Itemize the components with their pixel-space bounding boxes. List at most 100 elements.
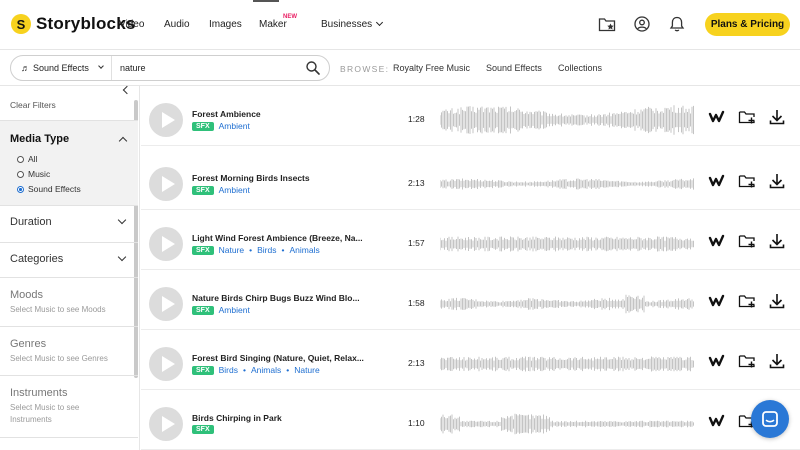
waveform[interactable] bbox=[440, 348, 694, 380]
nav-active-indicator bbox=[253, 0, 279, 2]
waveform[interactable] bbox=[440, 228, 694, 260]
search-input[interactable]: nature bbox=[120, 63, 146, 73]
track-title[interactable]: Light Wind Forest Ambience (Breeze, Na..… bbox=[192, 233, 363, 243]
result-row[interactable]: Light Wind Forest Ambience (Breeze, Na..… bbox=[141, 210, 800, 270]
music-note-icon: ♬ bbox=[21, 63, 30, 73]
result-row[interactable]: Forest Bird Singing (Nature, Quiet, Rela… bbox=[141, 330, 800, 390]
result-row[interactable]: Forest Ambience SFX Ambient 1:28 bbox=[141, 86, 800, 146]
waveform[interactable] bbox=[440, 408, 694, 440]
tag-link[interactable]: Nature bbox=[294, 365, 320, 375]
radio-button[interactable] bbox=[17, 155, 24, 163]
account-icon[interactable] bbox=[633, 15, 651, 33]
radio-button[interactable] bbox=[17, 170, 24, 178]
tag-link[interactable]: Ambient bbox=[219, 185, 250, 195]
track-tags: SFX Ambient bbox=[192, 121, 250, 131]
browse-sound-effects[interactable]: Sound Effects bbox=[486, 63, 542, 73]
categories-section[interactable]: Categories bbox=[0, 243, 138, 278]
track-tags: SFX bbox=[192, 425, 219, 434]
waveform[interactable] bbox=[440, 288, 694, 320]
track-duration: 2:13 bbox=[408, 178, 425, 188]
tag-link[interactable]: Animals bbox=[289, 245, 319, 255]
nav-audio[interactable]: Audio bbox=[164, 19, 190, 30]
clear-filters-link[interactable]: Clear Filters bbox=[10, 100, 56, 110]
waveform[interactable] bbox=[440, 104, 694, 136]
maker-icon[interactable] bbox=[708, 292, 726, 310]
maker-icon[interactable] bbox=[708, 232, 726, 250]
chat-button[interactable] bbox=[751, 400, 789, 438]
track-tags: SFX Ambient bbox=[192, 305, 250, 315]
download-icon[interactable] bbox=[768, 352, 786, 370]
play-button[interactable] bbox=[149, 407, 183, 441]
browse-collections[interactable]: Collections bbox=[558, 63, 602, 73]
nav-images[interactable]: Images bbox=[209, 19, 242, 30]
tag-link[interactable]: Ambient bbox=[219, 121, 250, 131]
maker-icon[interactable] bbox=[708, 172, 726, 190]
track-tags: SFX Ambient bbox=[192, 185, 250, 195]
search-box: ♬ Sound Effects nature bbox=[10, 55, 330, 81]
moods-title: Moods bbox=[10, 289, 44, 301]
track-title[interactable]: Forest Morning Birds Insects bbox=[192, 173, 310, 183]
radio-music[interactable]: Music bbox=[17, 169, 50, 179]
waveform[interactable] bbox=[440, 168, 694, 200]
track-title[interactable]: Nature Birds Chirp Bugs Buzz Wind Blo... bbox=[192, 293, 360, 303]
tag-link[interactable]: Birds bbox=[257, 245, 276, 255]
new-badge: NEW bbox=[283, 14, 297, 20]
track-duration: 2:13 bbox=[408, 358, 425, 368]
download-icon[interactable] bbox=[768, 292, 786, 310]
search-icon[interactable] bbox=[305, 60, 321, 76]
tag-link[interactable]: Birds bbox=[219, 365, 238, 375]
radio-all[interactable]: All bbox=[17, 154, 37, 164]
download-icon[interactable] bbox=[768, 172, 786, 190]
browse-royalty-free-music[interactable]: Royalty Free Music bbox=[393, 63, 470, 73]
track-title[interactable]: Forest Ambience bbox=[192, 109, 261, 119]
play-button[interactable] bbox=[149, 227, 183, 261]
track-title[interactable]: Birds Chirping in Park bbox=[192, 413, 282, 423]
chevron-up-icon[interactable] bbox=[118, 136, 128, 146]
download-icon[interactable] bbox=[768, 232, 786, 250]
sfx-badge: SFX bbox=[192, 305, 214, 315]
folder-star-icon[interactable] bbox=[598, 15, 616, 33]
add-to-folder-icon[interactable] bbox=[738, 108, 756, 126]
media-type-value: Sound Effects bbox=[33, 63, 89, 73]
moods-hint: Select Music to see Moods bbox=[10, 305, 106, 314]
add-to-folder-icon[interactable] bbox=[738, 172, 756, 190]
nav-maker-label: Maker bbox=[259, 19, 287, 30]
tag-link[interactable]: Nature bbox=[219, 245, 245, 255]
track-duration: 1:57 bbox=[408, 238, 425, 248]
nav-maker[interactable]: Maker NEW bbox=[259, 14, 297, 30]
add-to-folder-icon[interactable] bbox=[738, 232, 756, 250]
play-button[interactable] bbox=[149, 287, 183, 321]
add-to-folder-icon[interactable] bbox=[738, 352, 756, 370]
tag-link[interactable]: Ambient bbox=[219, 305, 250, 315]
radio-sound-effects[interactable]: Sound Effects bbox=[17, 184, 81, 194]
add-to-folder-icon[interactable] bbox=[738, 292, 756, 310]
plans-pricing-button[interactable]: Plans & Pricing bbox=[705, 13, 790, 36]
duration-section[interactable]: Duration bbox=[0, 206, 138, 243]
radio-button-selected[interactable] bbox=[17, 185, 24, 193]
instruments-section: Instruments Select Music to see Instrume… bbox=[0, 376, 138, 438]
play-button[interactable] bbox=[149, 167, 183, 201]
maker-icon[interactable] bbox=[708, 108, 726, 126]
maker-icon[interactable] bbox=[708, 352, 726, 370]
media-type-select[interactable]: ♬ Sound Effects bbox=[11, 56, 112, 80]
sfx-badge: SFX bbox=[192, 121, 214, 131]
radio-label: Music bbox=[28, 169, 51, 179]
maker-icon[interactable] bbox=[708, 412, 726, 430]
result-row[interactable]: Birds Chirping in Park SFX 1:10 bbox=[141, 390, 800, 450]
logo-mark: S bbox=[11, 14, 31, 34]
bell-icon[interactable] bbox=[668, 15, 686, 33]
play-button[interactable] bbox=[149, 103, 183, 137]
brand-logo[interactable]: S Storyblocks bbox=[11, 14, 136, 34]
result-row[interactable]: Nature Birds Chirp Bugs Buzz Wind Blo...… bbox=[141, 270, 800, 330]
play-button[interactable] bbox=[149, 347, 183, 381]
radio-label: All bbox=[28, 154, 38, 164]
result-row[interactable]: Forest Morning Birds Insects SFX Ambient 2:… bbox=[141, 150, 800, 210]
nav-businesses[interactable]: Businesses bbox=[321, 18, 384, 30]
nav-video[interactable]: Video bbox=[119, 19, 144, 30]
track-title[interactable]: Forest Bird Singing (Nature, Quiet, Rela… bbox=[192, 353, 364, 363]
sfx-badge: SFX bbox=[192, 245, 214, 255]
media-type-title[interactable]: Media Type bbox=[10, 133, 69, 145]
duration-title: Duration bbox=[10, 216, 52, 228]
tag-link[interactable]: Animals bbox=[251, 365, 281, 375]
download-icon[interactable] bbox=[768, 108, 786, 126]
